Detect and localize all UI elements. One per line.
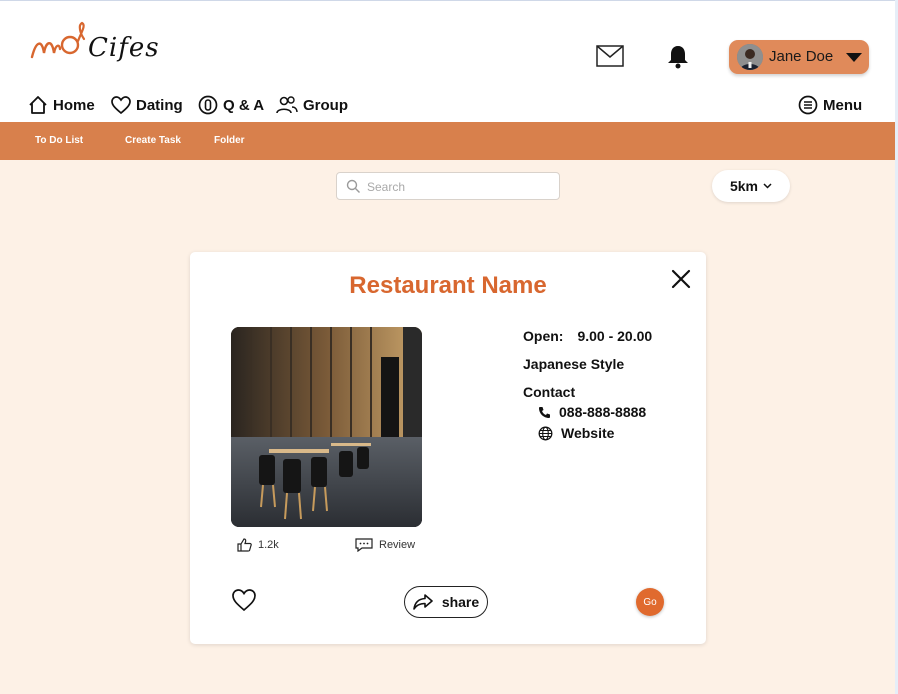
app-header: Cifes Jane Doe Home Dating Q & A Group M… (0, 0, 898, 122)
sub-navigation: To Do List Create Task Folder (0, 122, 898, 160)
group-icon (276, 96, 298, 114)
contact-label: Contact (523, 384, 576, 400)
nav-group[interactable]: Group (276, 94, 348, 116)
review-label: Review (379, 539, 416, 551)
share-label: share (441, 594, 480, 610)
subnav-todo-list[interactable]: To Do List (35, 135, 83, 146)
subnav-create-task[interactable]: Create Task (125, 135, 181, 146)
nav-dating-label: Dating (136, 96, 183, 114)
open-hours-value: 9.00 - 20.00 (577, 328, 653, 344)
nav-qa-label: Q & A (223, 96, 265, 114)
search-icon (346, 179, 360, 193)
nav-menu-label: Menu (823, 96, 863, 114)
distance-value: 5km (729, 178, 759, 194)
nav-group-label: Group (303, 96, 348, 114)
likes-count: 1.2k (258, 539, 279, 551)
user-menu-button[interactable]: Jane Doe (729, 40, 869, 74)
nav-home[interactable]: Home (28, 94, 95, 116)
phone-contact[interactable]: 088-888-8888 (538, 404, 646, 420)
heart-icon (111, 96, 131, 114)
cuisine-style: Japanese Style (523, 356, 625, 372)
go-button[interactable]: Go (636, 588, 664, 616)
logo-text: Cifes (88, 33, 160, 63)
comment-icon (355, 538, 373, 552)
phone-number: 088-888-8888 (559, 404, 647, 420)
likes-stat[interactable]: 1.2k (237, 538, 279, 552)
phone-icon (539, 406, 550, 418)
logo-mark-icon (30, 21, 86, 59)
review-button[interactable]: Review (355, 538, 415, 552)
chevron-down-icon (763, 183, 772, 189)
nav-qa[interactable]: Q & A (198, 94, 264, 116)
app-logo[interactable]: Cifes (30, 19, 159, 69)
globe-icon (538, 426, 553, 440)
share-button[interactable]: share (404, 586, 488, 618)
question-icon (198, 95, 218, 115)
mail-icon[interactable] (596, 45, 624, 67)
thumbs-up-icon (237, 538, 252, 552)
nav-menu[interactable]: Menu (798, 94, 862, 116)
menu-icon (798, 95, 818, 115)
restaurant-photo (231, 327, 422, 527)
nav-dating[interactable]: Dating (111, 94, 183, 116)
bell-icon[interactable] (665, 43, 691, 69)
nav-home-label: Home (53, 96, 95, 114)
user-name: Jane Doe (769, 48, 834, 65)
opening-hours: Open: 9.00 - 20.00 (523, 328, 652, 344)
search-input[interactable] (367, 178, 547, 196)
restaurant-name: Restaurant Name (349, 272, 547, 299)
subnav-folder[interactable]: Folder (214, 135, 245, 146)
open-label: Open: (523, 328, 564, 344)
search-box (336, 172, 560, 200)
home-icon (29, 96, 47, 114)
avatar (737, 44, 763, 70)
caret-down-icon (846, 53, 862, 62)
close-icon[interactable] (670, 268, 692, 290)
share-arrow-icon (413, 594, 433, 610)
restaurant-card: Restaurant Name 1.2k Review Open: 9.00 -… (190, 252, 706, 644)
favorite-heart-icon[interactable] (231, 588, 257, 612)
distance-filter[interactable]: 5km (712, 170, 790, 202)
website-label: Website (561, 425, 615, 441)
website-link[interactable]: Website (538, 425, 614, 441)
